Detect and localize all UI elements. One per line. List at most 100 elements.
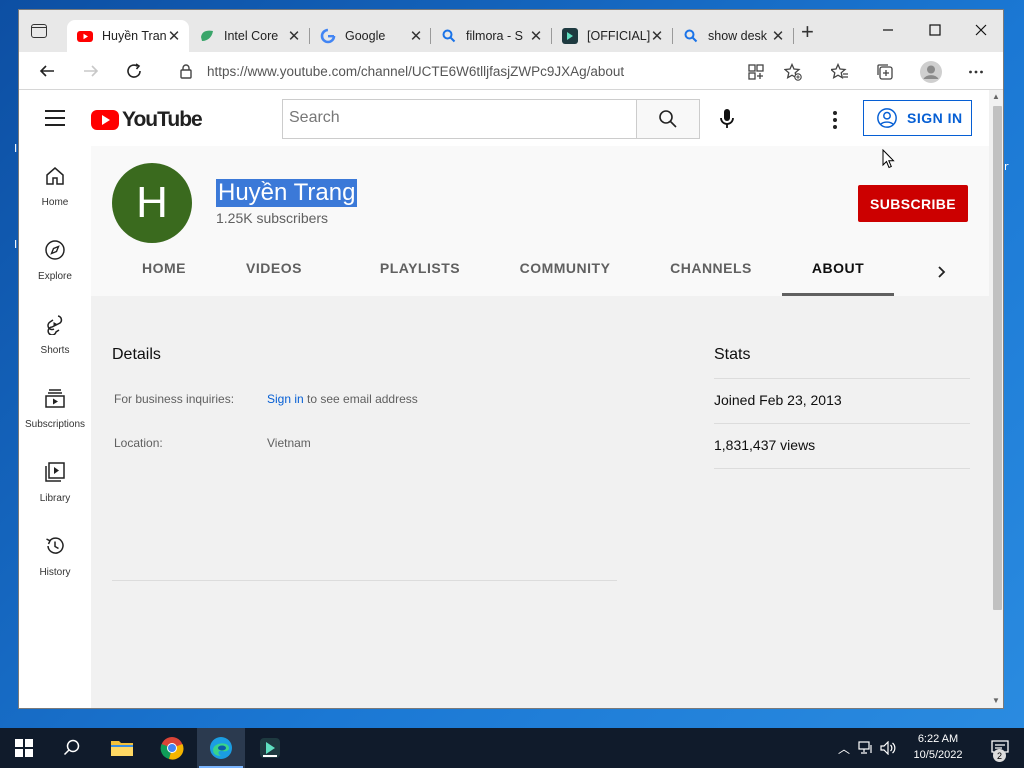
close-tab-icon[interactable]: ✕ (287, 27, 301, 45)
taskbar: ︿ 6:22 AM 10/5/2022 2 (0, 728, 1024, 768)
taskbar-clock[interactable]: 6:22 AM 10/5/2022 (904, 731, 972, 763)
about-section: Details For business inquiries: Sign in … (91, 296, 989, 708)
voice-search-button[interactable] (715, 107, 739, 131)
settings-more-button[interactable] (966, 62, 986, 82)
refresh-icon (127, 63, 141, 78)
back-button[interactable] (36, 60, 58, 82)
close-tab-icon[interactable]: ✕ (650, 27, 664, 45)
forward-button[interactable] (80, 60, 102, 82)
desktop-fragment: r (1004, 160, 1009, 173)
action-center-button[interactable] (976, 728, 1024, 768)
volume-icon[interactable] (880, 741, 896, 755)
app-available-button[interactable] (746, 62, 766, 82)
channel-header: H Huyền Trang 1.25K subscribers SUBSCRIB… (91, 146, 989, 296)
close-tab-icon[interactable]: ✕ (771, 27, 785, 45)
tab-youtube[interactable]: Huyền Trang - YouTube ✕ (67, 20, 189, 52)
search-button[interactable] (636, 99, 700, 139)
guide-item-shorts[interactable]: Shorts (19, 294, 91, 368)
close-tab-icon[interactable]: ✕ (167, 27, 181, 45)
file-explorer-button[interactable] (98, 728, 146, 768)
system-tray: ︿ (838, 728, 896, 768)
guide-label: History (39, 567, 71, 578)
refresh-button[interactable] (123, 60, 145, 82)
tab-playlists[interactable]: PLAYLISTS (370, 254, 470, 296)
more-options-icon[interactable] (825, 108, 845, 132)
more-horizontal-icon (969, 70, 983, 74)
tab-intel[interactable]: Intel Core ✕ (189, 20, 309, 52)
guide-label: Home (41, 197, 69, 208)
clock-time: 6:22 AM (917, 733, 959, 745)
tab-about[interactable]: ABOUT (782, 254, 894, 296)
location-label: Location: (114, 436, 163, 450)
collections-button[interactable] (875, 62, 895, 82)
guide-item-library[interactable]: Library (19, 442, 91, 516)
tab-channels[interactable]: CHANNELS (661, 254, 761, 296)
network-icon[interactable] (858, 741, 874, 755)
youtube-header: YouTube Search SIGN IN (19, 90, 989, 146)
favorites-button[interactable] (830, 62, 850, 82)
guide-label: Subscriptions (24, 419, 86, 430)
folder-icon (111, 741, 133, 756)
taskbar-search-button[interactable] (48, 728, 96, 768)
home-icon (43, 164, 67, 188)
maximize-button[interactable] (912, 15, 958, 45)
guide-item-home[interactable]: Home (19, 146, 91, 220)
tab-show-desktop[interactable]: show desk ✕ (673, 20, 793, 52)
edge-button[interactable] (197, 728, 245, 768)
channel-name: Huyền Trang (216, 179, 358, 207)
scroll-up-icon[interactable]: ▲ (992, 92, 1000, 101)
youtube-icon (77, 28, 93, 44)
view-count: 1,831,437 views (714, 437, 816, 453)
tab-community[interactable]: COMMUNITY (509, 254, 621, 296)
guide-item-subscriptions[interactable]: Subscriptions (19, 368, 91, 442)
tab-filmora-search[interactable]: filmora - S ✕ (431, 20, 551, 52)
tab-actions-button[interactable] (31, 24, 47, 38)
youtube-logo-text: YouTube (122, 108, 203, 131)
collections-icon (877, 64, 893, 80)
close-tab-icon[interactable]: ✕ (529, 27, 543, 45)
subscribe-button[interactable]: SUBSCRIBE (858, 185, 968, 222)
desktop-fragment: I (14, 238, 18, 251)
details-divider (112, 580, 617, 581)
guide-item-explore[interactable]: Explore (19, 220, 91, 294)
microphone-icon (720, 109, 734, 128)
guide-sidebar: Home Explore Shorts Subscriptions Librar… (19, 146, 91, 708)
details-title: Details (112, 346, 161, 363)
close-tab-icon[interactable]: ✕ (409, 27, 423, 45)
leaf-icon (199, 28, 215, 44)
tab-videos[interactable]: VIDEOS (234, 254, 314, 296)
start-button[interactable] (0, 728, 48, 768)
chevron-right-icon[interactable] (929, 260, 953, 284)
tab-google[interactable]: Google ✕ (310, 20, 431, 52)
scrollbar-thumb[interactable] (993, 106, 1002, 610)
tab-home[interactable]: HOME (131, 254, 197, 296)
minimize-button[interactable] (865, 15, 911, 45)
youtube-logo[interactable]: YouTube (91, 108, 203, 132)
history-icon (43, 534, 67, 558)
profile-button[interactable] (919, 60, 943, 84)
search-icon (659, 110, 677, 128)
new-tab-button[interactable]: + (801, 21, 814, 43)
tab-official[interactable]: [OFFICIAL] ✕ (552, 20, 672, 52)
page-scrollbar[interactable]: ▲ ▼ (989, 90, 1003, 708)
tab-title: [OFFICIAL] (587, 29, 650, 43)
scroll-down-icon[interactable]: ▼ (992, 696, 1000, 705)
add-favorite-button[interactable] (783, 62, 803, 82)
google-icon (320, 28, 336, 44)
channel-avatar[interactable]: H (112, 163, 192, 243)
url-text: https://www.youtube.com/channel/UCTE6W6t… (207, 63, 625, 79)
menu-icon[interactable] (45, 110, 65, 126)
filmora-icon (562, 28, 578, 44)
url-field[interactable]: https://www.youtube.com/channel/UCTE6W6t… (165, 57, 805, 85)
chrome-button[interactable] (148, 728, 196, 768)
desktop-fragment: I (14, 142, 18, 155)
close-window-button[interactable] (958, 15, 1003, 45)
search-input[interactable]: Search (282, 99, 636, 139)
filmora-icon (260, 738, 280, 758)
sign-in-button[interactable]: SIGN IN (863, 100, 972, 136)
guide-item-history[interactable]: History (19, 516, 91, 590)
filmora-button[interactable] (246, 728, 294, 768)
sign-in-link[interactable]: Sign in (267, 392, 304, 406)
chevron-up-icon[interactable]: ︿ (838, 740, 850, 757)
tab-title: filmora - S (466, 29, 523, 43)
